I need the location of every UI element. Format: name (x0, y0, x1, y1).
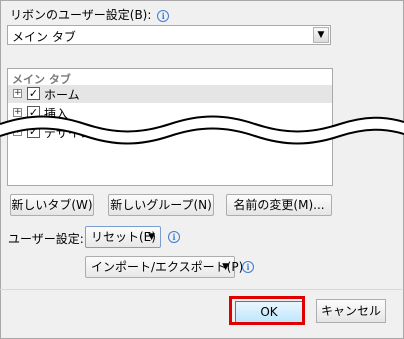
rename-button[interactable]: 名前の変更(M)... (226, 194, 332, 216)
dropdown-arrow-icon: ▼ (148, 232, 155, 242)
reset-dropdown-button[interactable]: リセット(E) ▼ (85, 226, 161, 248)
import-export-dropdown-button[interactable]: インポート/エクスポート(P) ▼ (85, 256, 243, 278)
dropdown-arrow-icon: ▼ (222, 262, 229, 272)
expand-plus-icon[interactable]: + (13, 89, 22, 98)
ribbon-customize-label-text: リボンのユーザー設定(B): (10, 8, 152, 22)
user-settings-label: ユーザー設定: (8, 232, 84, 246)
info-icon[interactable]: i (242, 261, 254, 273)
reset-label: リセット(E) (91, 230, 156, 244)
chevron-down-icon[interactable]: ▼ (313, 27, 329, 43)
import-export-label: インポート/エクスポート(P) (91, 260, 244, 274)
cancel-button[interactable]: キャンセル (316, 299, 386, 323)
tree-item-home[interactable]: + ✓ ホーム (8, 85, 332, 103)
content-break-wave (0, 115, 404, 145)
ribbon-customize-dialog: リボンのユーザー設定(B): i メイン タブ ▼ メイン タブ + ✓ ホーム… (0, 0, 404, 339)
checkbox-home[interactable]: ✓ (27, 87, 40, 100)
info-icon[interactable]: i (157, 9, 170, 22)
tab-type-combobox[interactable]: メイン タブ ▼ (7, 25, 331, 45)
new-tab-button[interactable]: 新しいタブ(W) (10, 194, 94, 216)
info-icon[interactable]: i (168, 231, 180, 243)
footer-divider (0, 289, 402, 290)
tab-type-value: メイン タブ (12, 30, 76, 44)
tree-item-label: ホーム (44, 88, 80, 102)
new-group-button[interactable]: 新しいグループ(N) (108, 194, 214, 216)
ok-button[interactable]: OK (235, 301, 303, 323)
ribbon-customize-label: リボンのユーザー設定(B): i (10, 6, 170, 23)
